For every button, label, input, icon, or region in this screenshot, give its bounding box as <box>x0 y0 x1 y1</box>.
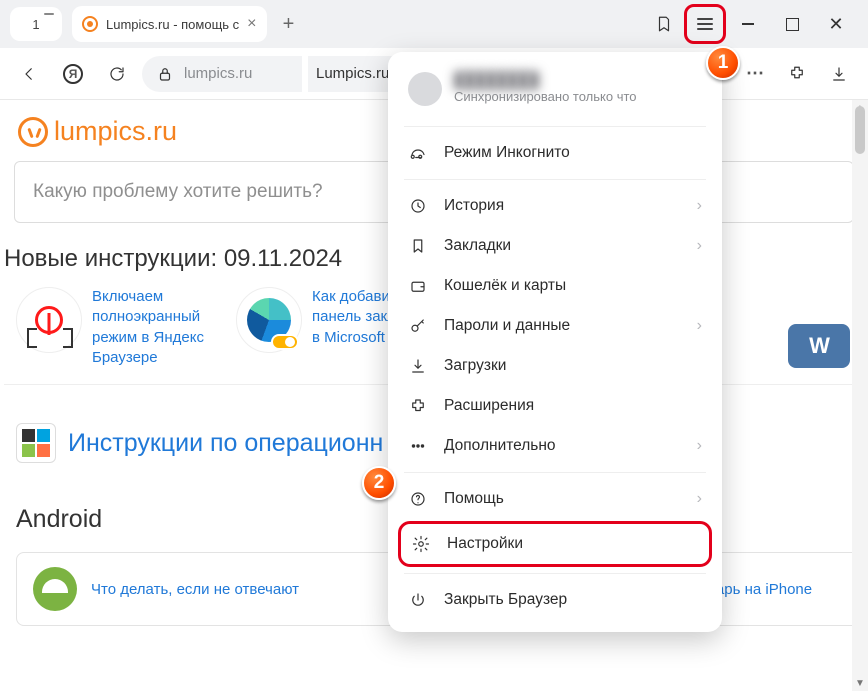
tabstrip: 1 Lumpics.ru - помощь с × + ✕ <box>0 0 868 48</box>
power-icon <box>408 590 428 610</box>
user-name: ████████ <box>454 72 564 86</box>
yandex-logo-icon: Я <box>63 64 83 84</box>
os-col-title: Android <box>16 505 422 534</box>
pinned-count: 1 <box>32 17 39 32</box>
article-link[interactable]: Включаем полноэкранный режим в Яндекс Бр… <box>92 287 216 368</box>
lock-icon <box>156 65 174 83</box>
pinned-indicator <box>44 13 54 15</box>
lumpics-favicon-icon <box>82 16 98 32</box>
chevron-right-icon: › <box>697 197 702 215</box>
main-menu-dropdown: ████████ Синхронизировано только что Реж… <box>388 52 722 632</box>
chevron-right-icon: › <box>697 317 702 335</box>
article-thumb <box>236 287 302 353</box>
menu-label: Настройки <box>447 535 523 553</box>
menu-item-downloads[interactable]: Загрузки <box>388 346 722 386</box>
fullscreen-icon <box>27 298 73 344</box>
android-icon <box>33 567 77 611</box>
incognito-icon <box>408 143 428 163</box>
url-security-chip[interactable]: lumpics.ru <box>142 56 302 92</box>
vk-icon: W <box>809 333 829 359</box>
extensions-button[interactable] <box>778 55 816 93</box>
key-icon <box>408 316 428 336</box>
download-icon <box>408 356 428 376</box>
back-button[interactable] <box>10 55 48 93</box>
hamburger-icon <box>697 23 713 25</box>
new-tab-button[interactable]: + <box>275 10 303 38</box>
menu-label: Кошелёк и карты <box>444 277 566 295</box>
site-name[interactable]: lumpics.ru <box>54 116 177 147</box>
avatar <box>408 72 442 106</box>
annotation-badge-2: 2 <box>362 466 396 500</box>
site-search-placeholder: Какую проблему хотите решить? <box>33 181 323 203</box>
window-maximize-button[interactable] <box>770 18 814 31</box>
menu-label: Закрыть Браузер <box>444 591 567 609</box>
close-tab-icon[interactable]: × <box>247 15 256 33</box>
menu-item-settings[interactable]: Настройки <box>398 521 712 567</box>
chevron-right-icon: › <box>697 237 702 255</box>
menu-item-help[interactable]: Помощь › <box>388 479 722 519</box>
menu-label: Пароли и данные <box>444 317 570 335</box>
vk-share-button[interactable]: W <box>788 324 850 368</box>
os-column-android: Android Что делать, если не отвечают <box>16 505 422 626</box>
menu-item-incognito[interactable]: Режим Инкогнито <box>388 133 722 173</box>
menu-item-extensions[interactable]: Расширения <box>388 386 722 426</box>
menu-item-bookmarks[interactable]: Закладки › <box>388 226 722 266</box>
pinned-tab[interactable]: 1 <box>10 7 62 41</box>
chevron-right-icon: › <box>697 490 702 508</box>
wallet-icon <box>408 276 428 296</box>
article-link[interactable]: Что делать, если не отвечают <box>91 581 299 598</box>
article-card: Включаем полноэкранный режим в Яндекс Бр… <box>16 287 216 368</box>
article-card[interactable]: Что делать, если не отвечают <box>16 552 422 626</box>
sync-status: Синхронизировано только что <box>454 89 637 104</box>
bookmarks-shelf-icon[interactable] <box>644 4 684 44</box>
menu-label: Загрузки <box>444 357 506 375</box>
menu-item-history[interactable]: История › <box>388 186 722 226</box>
bookmark-icon <box>408 236 428 256</box>
tab-title: Lumpics.ru - помощь с <box>106 17 239 32</box>
menu-label: Расширения <box>444 397 534 415</box>
menu-label: Дополнительно <box>444 437 556 455</box>
menu-item-more[interactable]: Дополнительно › <box>388 426 722 466</box>
main-menu-button[interactable] <box>684 4 726 44</box>
dots-icon <box>408 436 428 456</box>
chevron-right-icon: › <box>697 437 702 455</box>
menu-label: Режим Инкогнито <box>444 144 570 162</box>
toolbar-overflow-icon[interactable]: ⋯ <box>736 55 774 93</box>
active-tab[interactable]: Lumpics.ru - помощь с × <box>72 6 267 42</box>
scrollbar-thumb[interactable] <box>855 106 865 154</box>
help-icon <box>408 489 428 509</box>
window-minimize-button[interactable] <box>726 23 770 25</box>
os-collection-icon <box>16 423 56 463</box>
vertical-scrollbar[interactable]: ▲ ▼ <box>852 100 868 691</box>
menu-label: Помощь <box>444 490 504 508</box>
menu-user-row[interactable]: ████████ Синхронизировано только что <box>388 62 722 120</box>
reload-button[interactable] <box>98 55 136 93</box>
menu-item-close-browser[interactable]: Закрыть Браузер <box>388 580 722 620</box>
menu-item-wallet[interactable]: Кошелёк и карты <box>388 266 722 306</box>
history-icon <box>408 196 428 216</box>
downloads-button[interactable] <box>820 55 858 93</box>
url-domain: lumpics.ru <box>184 65 252 82</box>
yandex-home-button[interactable]: Я <box>54 55 92 93</box>
window-close-button[interactable]: ✕ <box>814 14 858 35</box>
menu-label: История <box>444 197 504 215</box>
annotation-badge-1: 1 <box>706 46 740 80</box>
menu-label: Закладки <box>444 237 511 255</box>
lumpics-logo-icon <box>18 117 48 147</box>
toggle-badge-icon <box>271 334 299 350</box>
menu-item-passwords[interactable]: Пароли и данные › <box>388 306 722 346</box>
article-thumb <box>16 287 82 353</box>
puzzle-icon <box>408 396 428 416</box>
gear-icon <box>411 534 431 554</box>
os-heading-link[interactable]: Инструкции по операционн <box>68 429 383 457</box>
scroll-down-arrow-icon[interactable]: ▼ <box>852 675 868 691</box>
